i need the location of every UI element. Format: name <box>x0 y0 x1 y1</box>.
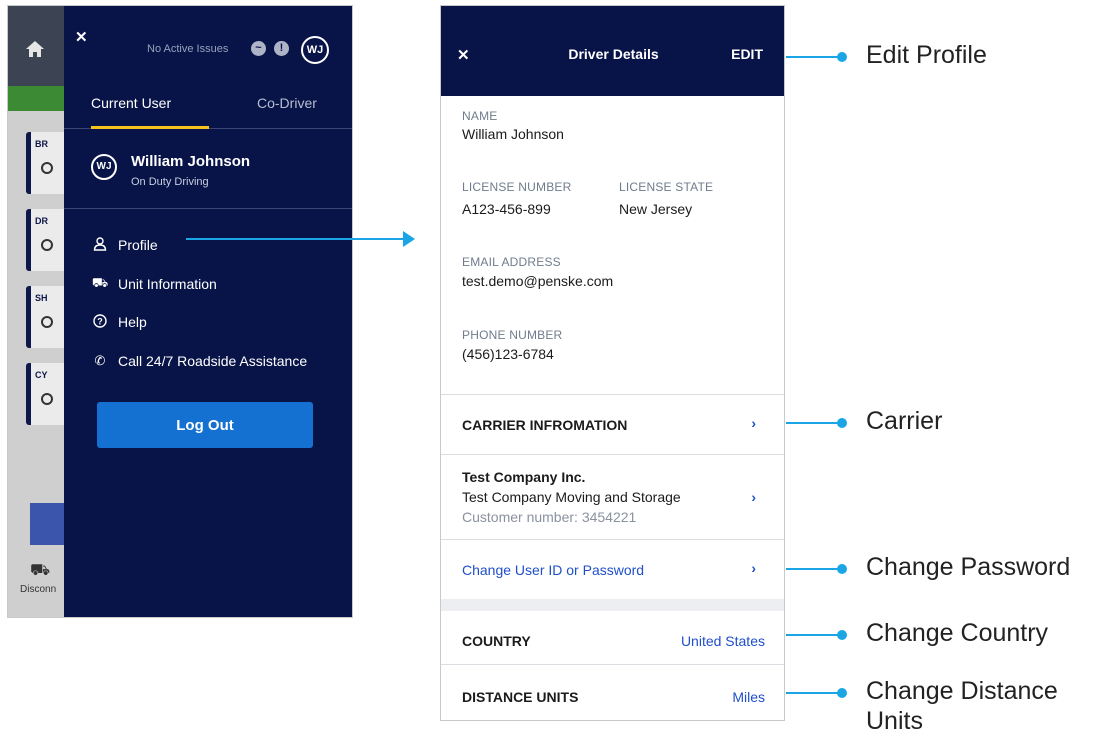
background-button <box>30 503 68 545</box>
diagnostic-icon[interactable]: ~ <box>251 41 266 56</box>
callout-line <box>786 568 841 570</box>
carrier-information-row[interactable]: CARRIER INFROMATION › <box>441 395 784 454</box>
callout-dot <box>837 564 847 574</box>
phone-label: PHONE NUMBER <box>462 328 563 342</box>
background-tile: CY <box>26 363 68 425</box>
background-tile: DR <box>26 209 68 271</box>
email-value: test.demo@penske.com <box>462 273 614 289</box>
tab-co-driver[interactable]: Co-Driver <box>257 89 317 129</box>
license-state-label: LICENSE STATE <box>619 180 714 194</box>
annotation-change-password: Change Password <box>866 553 1071 581</box>
driver-details-screenshot: ✕ Driver Details EDIT NAME William Johns… <box>440 5 785 721</box>
logout-button[interactable]: Log Out <box>97 402 313 448</box>
menu-item-roadside-assistance[interactable]: ✆ Call 24/7 Roadside Assistance <box>91 350 308 372</box>
menu-item-help[interactable]: ? Help <box>91 311 147 333</box>
background-tile: SH <box>26 286 68 348</box>
help-icon: ? <box>91 313 109 331</box>
current-user-card: WJ William Johnson On Duty Driving <box>64 129 352 209</box>
profile-connector-line <box>186 238 404 240</box>
name-value: William Johnson <box>462 126 564 142</box>
email-label: EMAIL ADDRESS <box>462 255 561 269</box>
person-icon <box>91 236 109 254</box>
alert-icon[interactable]: ! <box>274 41 289 56</box>
truck-icon: ⛟ <box>30 562 51 579</box>
callout-line <box>786 634 841 636</box>
callout-dot <box>837 418 847 428</box>
issues-status: No Active Issues <box>147 43 229 55</box>
section-separator <box>441 599 784 611</box>
license-number-label: LICENSE NUMBER <box>462 180 572 194</box>
customer-number: Customer number: 3454221 <box>462 509 637 525</box>
user-name: William Johnson <box>131 153 251 170</box>
menu-label: Call 24/7 Roadside Assistance <box>118 353 308 369</box>
change-credentials-link[interactable]: Change User ID or Password <box>462 562 644 578</box>
tab-current-user[interactable]: Current User <box>91 89 209 129</box>
country-label: COUNTRY <box>462 633 531 649</box>
carrier-company-subtitle: Test Company Moving and Storage <box>462 489 681 505</box>
phone-icon: ✆ <box>94 353 106 368</box>
annotation-change-distance-units: Change Distance Units <box>866 677 1058 735</box>
user-tabs: Current User Co-Driver <box>64 89 352 129</box>
svg-text:?: ? <box>97 316 103 326</box>
background-footer-label: Disconn <box>20 584 57 595</box>
user-duty-status: On Duty Driving <box>131 176 209 188</box>
callout-line <box>786 422 841 424</box>
home-icon[interactable] <box>25 40 45 58</box>
country-value[interactable]: United States <box>681 633 765 649</box>
chevron-right-icon: › <box>751 560 756 576</box>
country-row[interactable]: COUNTRY United States <box>441 611 784 664</box>
callout-dot <box>837 630 847 640</box>
menu-label: Profile <box>118 237 158 253</box>
app-menu-screenshot: BR DR SH CY ⛟ Disconn ✕ No Active Issues… <box>7 5 353 618</box>
change-credentials-row[interactable]: Change User ID or Password › <box>441 540 784 599</box>
background-status-bar <box>8 86 68 111</box>
callout-dot <box>837 52 847 62</box>
menu-item-profile[interactable]: Profile <box>91 234 158 256</box>
callout-dot <box>837 688 847 698</box>
license-number-value: A123-456-899 <box>462 201 551 217</box>
close-icon[interactable]: ✕ <box>75 28 88 46</box>
chevron-right-icon: › <box>751 489 756 505</box>
callout-line <box>786 56 841 58</box>
side-drawer: ✕ No Active Issues ~ ! WJ Current User C… <box>64 6 352 617</box>
edit-button[interactable]: EDIT <box>731 46 763 62</box>
name-label: NAME <box>462 109 498 123</box>
menu-label: Unit Information <box>118 276 217 292</box>
menu-item-unit-information[interactable]: ⛟ Unit Information <box>91 273 217 295</box>
truck-icon: ⛟ <box>91 275 109 290</box>
arrow-right-icon <box>403 231 415 247</box>
annotation-edit-profile: Edit Profile <box>866 41 987 69</box>
callout-line <box>786 692 841 694</box>
carrier-information-title: CARRIER INFROMATION <box>462 417 628 433</box>
user-avatar: WJ <box>91 154 117 180</box>
distance-units-row[interactable]: DISTANCE UNITS Miles <box>441 665 784 720</box>
chevron-right-icon: › <box>751 415 756 431</box>
avatar[interactable]: WJ <box>301 36 329 64</box>
annotation-change-country: Change Country <box>866 619 1049 647</box>
driver-details-header: ✕ Driver Details EDIT <box>441 6 784 96</box>
carrier-company-name: Test Company Inc. <box>462 469 586 485</box>
background-tile: BR <box>26 132 68 194</box>
carrier-company-row[interactable]: Test Company Inc. Test Company Moving an… <box>441 455 784 539</box>
menu-label: Help <box>118 314 147 330</box>
distance-units-value[interactable]: Miles <box>732 689 765 705</box>
annotation-carrier: Carrier <box>866 407 943 435</box>
phone-value: (456)123-6784 <box>462 346 554 362</box>
license-state-value: New Jersey <box>619 201 693 217</box>
distance-units-label: DISTANCE UNITS <box>462 689 579 705</box>
